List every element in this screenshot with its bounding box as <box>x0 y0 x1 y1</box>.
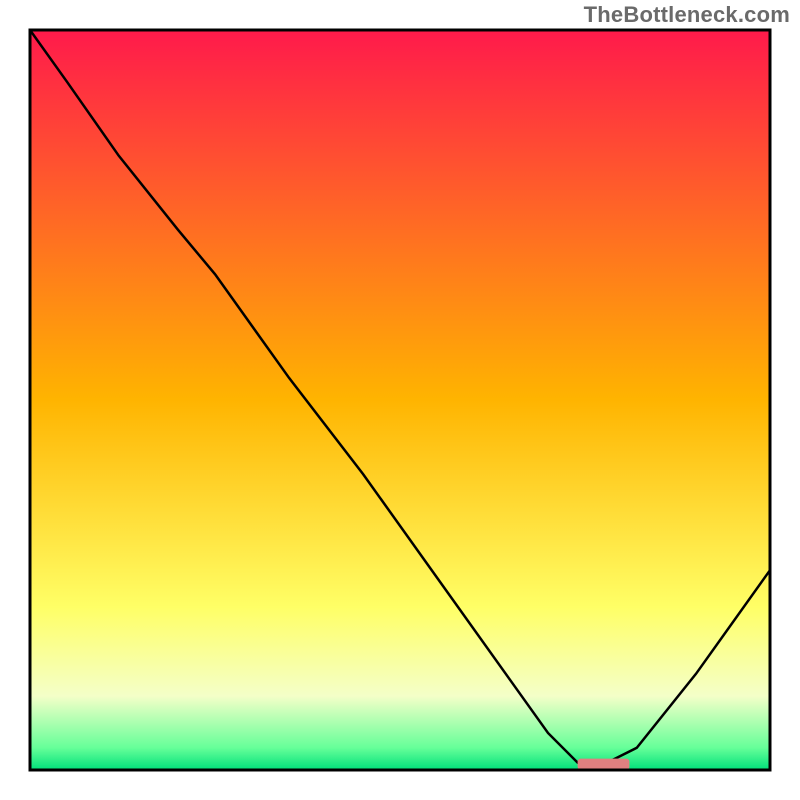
chart-container: { "watermark": "TheBottleneck.com", "cha… <box>0 0 800 800</box>
bottleneck-chart <box>0 0 800 800</box>
plot-background <box>30 30 770 770</box>
target-marker <box>578 759 630 770</box>
plot-area <box>30 30 770 770</box>
